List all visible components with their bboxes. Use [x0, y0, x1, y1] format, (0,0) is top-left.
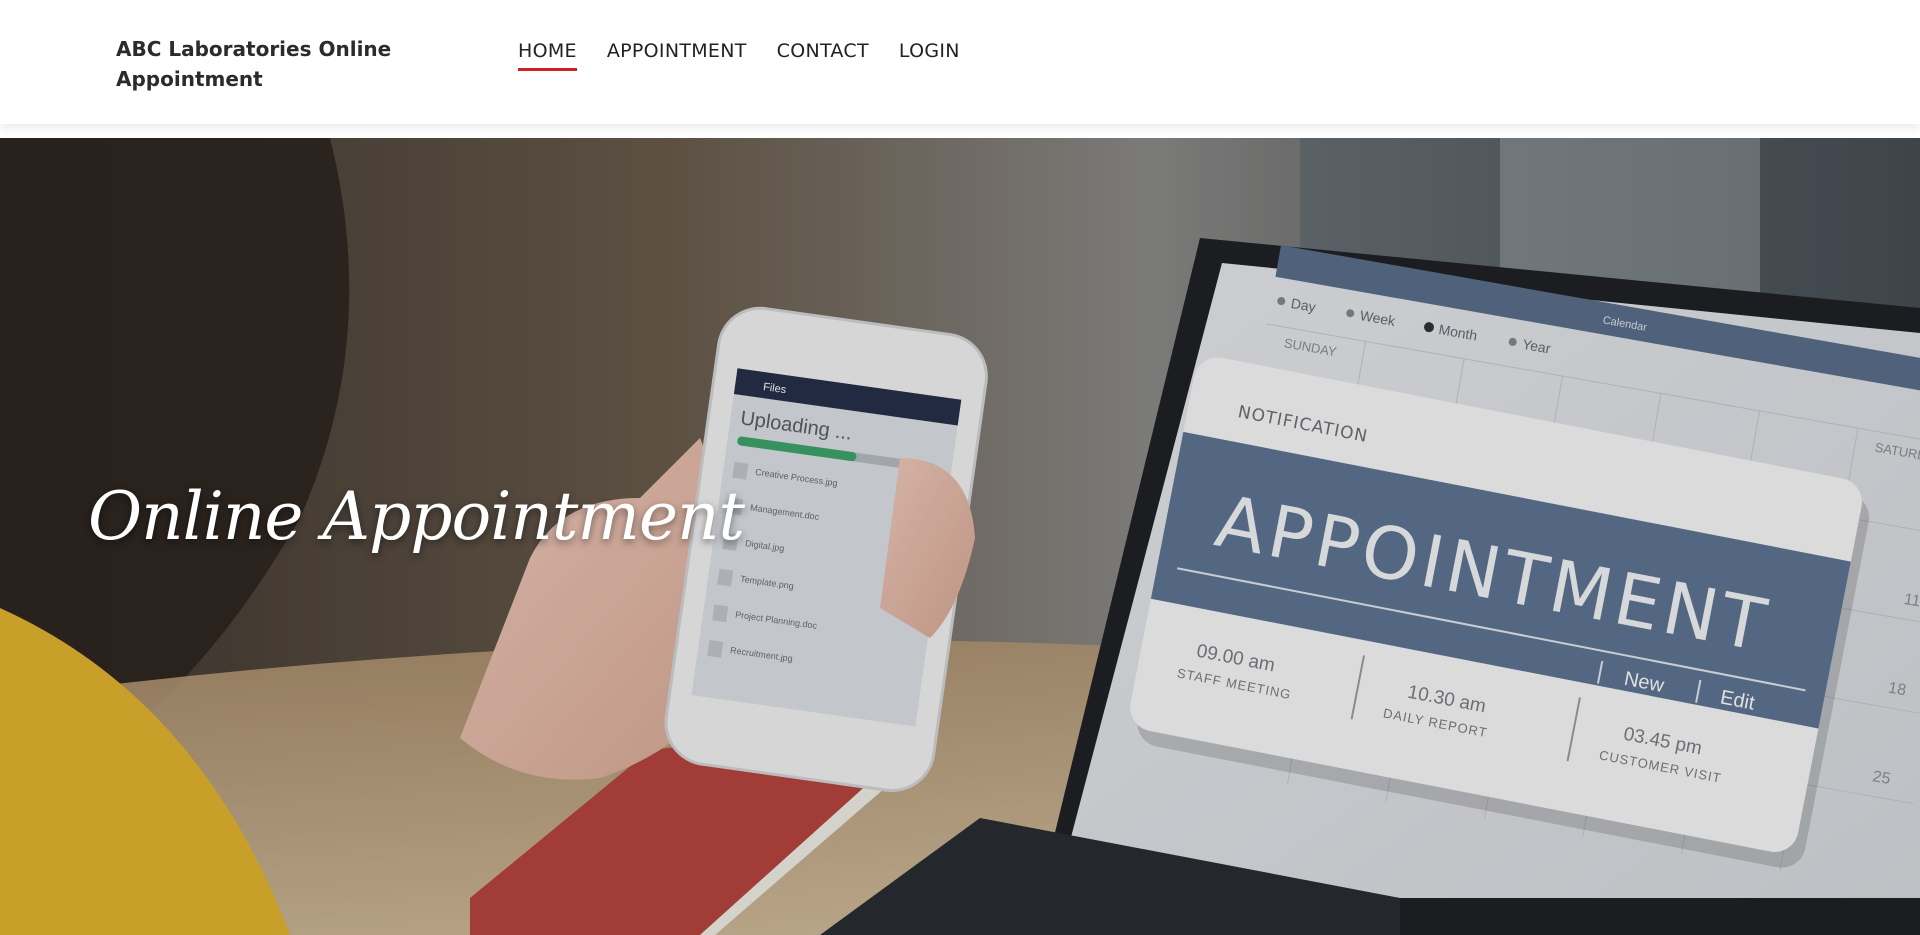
nav-home[interactable]: HOME [518, 40, 577, 71]
site-header: ABC Laboratories Online Appointment HOME… [0, 0, 1920, 124]
nav-appointment[interactable]: APPOINTMENT [607, 40, 747, 71]
nav-contact[interactable]: CONTACT [777, 40, 869, 71]
brand-title[interactable]: ABC Laboratories Online Appointment [116, 34, 416, 94]
nav-login[interactable]: LOGIN [899, 40, 960, 71]
main-nav: HOME APPOINTMENT CONTACT LOGIN [518, 40, 960, 71]
hero-banner: Files Uploading ... Creative Process.jpg… [0, 138, 1920, 935]
hero-title: Online Appointment [88, 478, 745, 555]
